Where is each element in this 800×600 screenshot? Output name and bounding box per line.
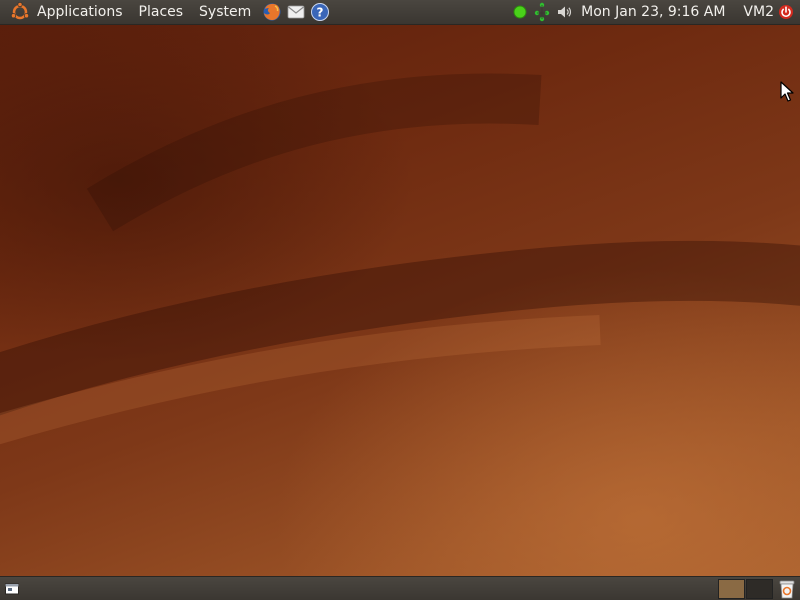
- status-indicator-icon[interactable]: [512, 4, 528, 20]
- help-icon[interactable]: ?: [309, 1, 331, 23]
- mouse-cursor-icon: [780, 81, 794, 102]
- clock[interactable]: Mon Jan 23, 9:16 AM: [575, 4, 733, 20]
- svg-text:?: ?: [317, 6, 324, 20]
- network-icon[interactable]: [534, 2, 550, 22]
- system-menu[interactable]: System: [191, 0, 259, 24]
- volume-icon[interactable]: [556, 4, 572, 20]
- workspace-1[interactable]: [718, 579, 745, 599]
- applications-menu[interactable]: Applications: [31, 0, 131, 24]
- show-desktop-button[interactable]: [4, 581, 20, 597]
- power-icon[interactable]: [778, 4, 794, 20]
- workspace-2[interactable]: [746, 579, 773, 599]
- desktop[interactable]: Applications Places System ? Mon Jan 23,…: [0, 0, 800, 600]
- ubuntu-logo-icon[interactable]: [9, 1, 31, 23]
- wallpaper-swirl: [0, 73, 800, 445]
- user-switcher[interactable]: VM2: [733, 4, 778, 20]
- mail-icon[interactable]: [285, 1, 307, 23]
- firefox-icon[interactable]: [261, 1, 283, 23]
- trash-icon[interactable]: [778, 579, 796, 599]
- top-panel: Applications Places System ? Mon Jan 23,…: [0, 0, 800, 25]
- bottom-panel: [0, 576, 800, 600]
- places-menu[interactable]: Places: [131, 0, 192, 24]
